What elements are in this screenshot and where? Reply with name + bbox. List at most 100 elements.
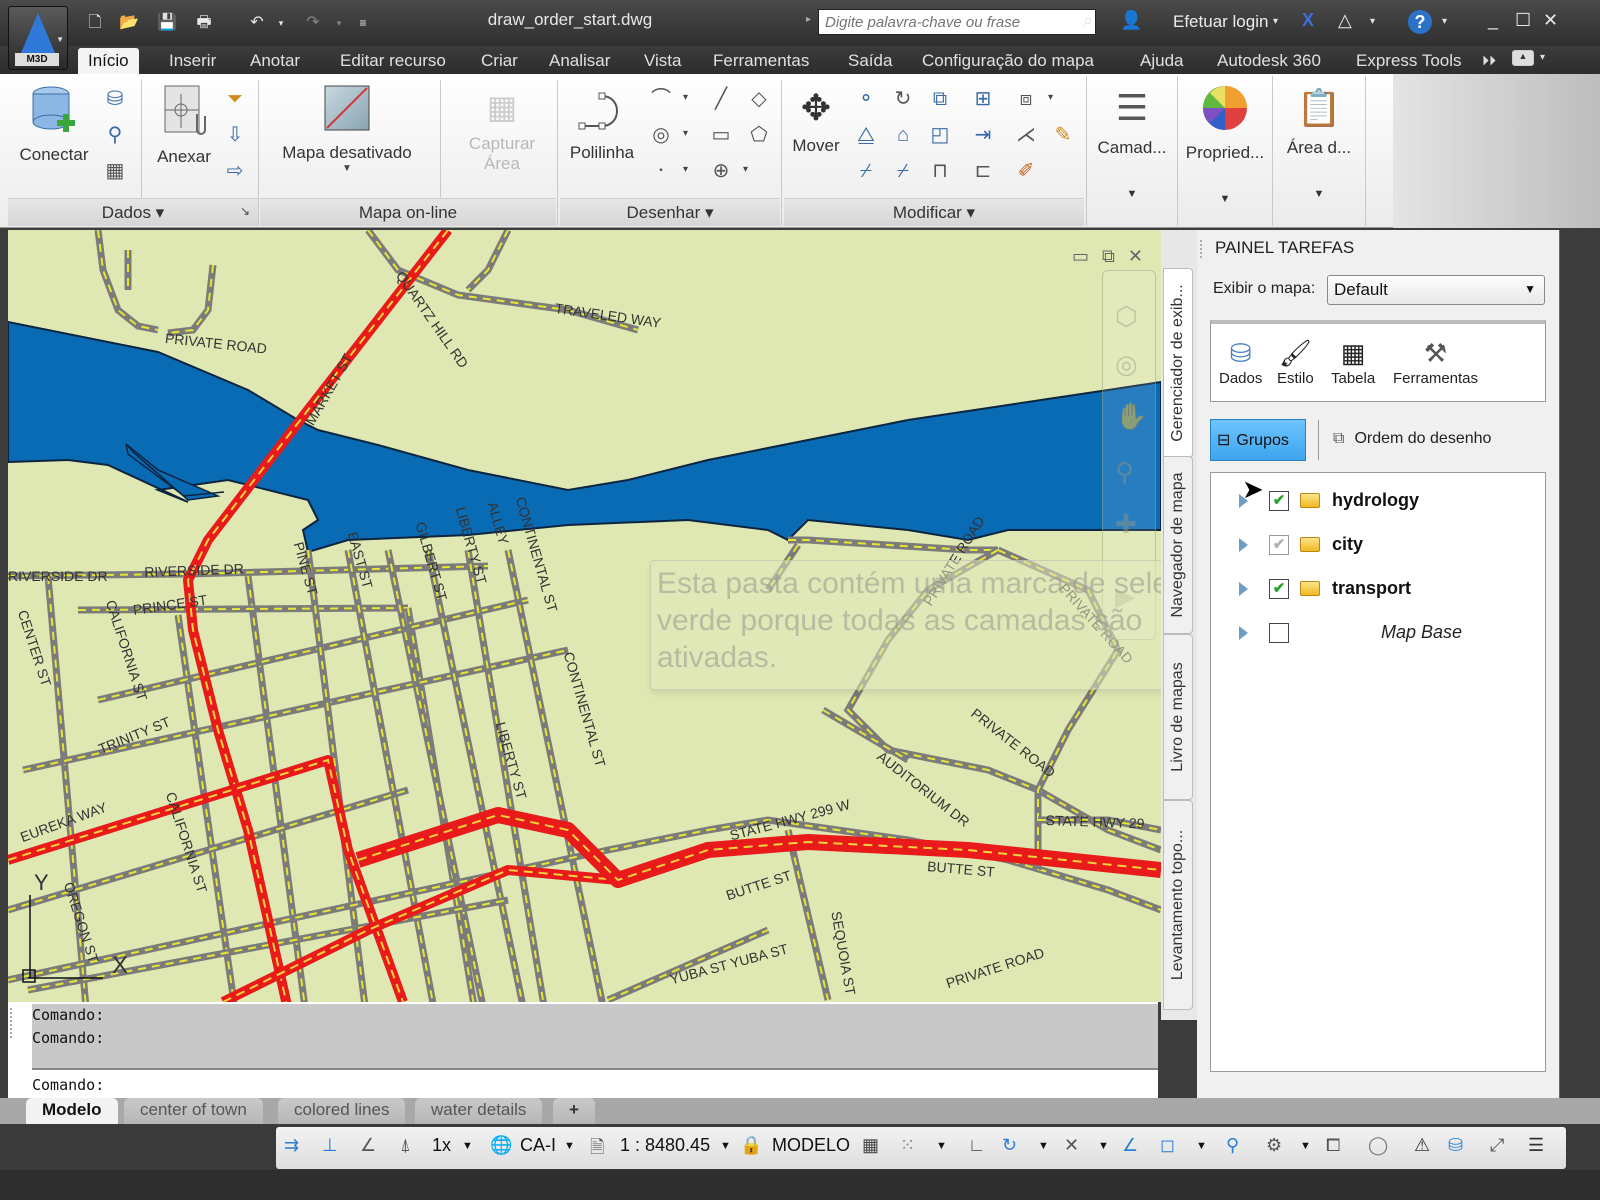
undo-icon[interactable]: ↶ [246,12,268,34]
model-space-toggle[interactable]: MODELO [772,1135,850,1156]
chevron-down-icon[interactable]: ▼ [1098,1140,1109,1152]
polygon-icon[interactable]: ⬠ [746,122,772,148]
scale-icon[interactable]: ◰ [927,122,953,148]
viewport-minimize-icon[interactable]: ▭ [1072,246,1089,266]
lengthen-icon[interactable]: ⊏ [970,158,996,184]
workspace-gear-icon[interactable]: ⚙ [1266,1135,1282,1156]
ribbon-options-dropdown-icon[interactable]: ▾ [1540,52,1545,63]
annotation-visibility-icon[interactable]: ⚲ [1226,1135,1239,1156]
ortho-icon[interactable]: ⊥ [322,1135,338,1156]
point-dropdown-icon[interactable]: ▾ [683,164,688,175]
filter-edit-icon[interactable]: ⏷ [222,86,248,112]
draworder-icon[interactable]: ⧈ [1013,86,1039,112]
chevron-down-icon[interactable]: ▼ [1300,1140,1311,1152]
fillet-icon[interactable]: ⌂ [890,122,916,148]
save-icon[interactable]: 💾 [156,12,178,34]
isolate-objects-icon[interactable]: ⧠ [1326,1135,1340,1156]
ortho-mode-icon[interactable]: ∟ [968,1135,986,1156]
edit-vertex-icon[interactable]: ⋌ [1013,122,1039,148]
ferramentas-tool-button[interactable]: ⚒ Ferramentas [1393,336,1478,387]
close-window-icon[interactable]: ✕ [1543,10,1558,31]
import-icon[interactable]: ⇩ [222,122,248,148]
mover-button[interactable]: ✥ Mover [786,84,846,156]
new-file-icon[interactable]: 🗋 [84,12,106,34]
viewport-restore-icon[interactable]: ⧉ [1102,246,1115,266]
redo-dropdown-icon[interactable]: ▾ [328,12,350,34]
dados-tool-button[interactable]: ⛁ Dados [1219,336,1262,387]
showmotion-icon[interactable]: ✚ [1115,509,1137,540]
rotate-icon[interactable]: ↻ [890,86,916,112]
grupos-button[interactable]: ⊟ Grupos [1210,419,1306,461]
area-transferencia-panel-button[interactable]: 📋 Área d... ▼ [1276,82,1362,224]
application-menu-button[interactable]: ▼ M3D [8,6,68,70]
print-icon[interactable]: 🖶 [193,12,215,34]
customize-menu-icon[interactable]: ☰ [1528,1135,1544,1156]
layout-tab-modelo[interactable]: Modelo [26,1098,118,1124]
data-table-icon[interactable]: ▦ [102,158,128,184]
dialog-launcher-icon[interactable]: ↘ [240,204,250,218]
isodraft-icon[interactable]: ✕ [1064,1135,1079,1156]
chevron-down-icon[interactable]: ▼ [564,1140,575,1152]
arc-icon[interactable]: ⌒ [648,86,674,112]
drawing-scale-value[interactable]: 1 : 8480.45 [620,1135,710,1156]
polilinha-button[interactable]: Polilinha [562,84,642,163]
autodesk-a360-icon[interactable]: △ [1338,10,1352,31]
tab-vista[interactable]: Vista [634,48,692,74]
warning-icon[interactable]: ⚠ [1414,1135,1430,1156]
tab-anotar[interactable]: Anotar [240,48,310,74]
coordinate-system-value[interactable]: CA-I [520,1135,556,1156]
tab-express-tools[interactable]: Express Tools [1346,48,1472,74]
point-icon[interactable]: ▪ [648,158,674,184]
orbit-icon[interactable]: ◎ [1115,349,1138,380]
mapa-desativado-button[interactable]: Mapa desativado ▼ [272,84,422,174]
tab-configuracao-do-mapa[interactable]: Configuração do mapa [912,48,1104,74]
draworder-dropdown-icon[interactable]: ▾ [1048,92,1053,103]
command-input[interactable]: Comando: [32,1076,104,1094]
customize-quick-access-icon[interactable]: ≡ [352,12,374,34]
polar-tracking-icon[interactable]: ↻ [1002,1135,1017,1156]
camadas-panel-button[interactable]: ☰ Camad... ▼ [1090,82,1174,224]
binoculars-search-icon[interactable]: ⌕ [1083,10,1093,31]
tab-analisar[interactable]: Analisar [539,48,620,74]
redo-icon[interactable]: ↷ [302,12,324,34]
annotation-scale-value[interactable]: 1x [432,1135,451,1156]
sign-in-button[interactable]: Efetuar login [1173,12,1268,32]
chevron-down-icon[interactable]: ▼ [936,1140,947,1152]
ordem-do-desenho-button[interactable]: ⧉ Ordem do desenho [1333,430,1491,448]
dynamic-ucs-icon[interactable]: ⇉ [284,1135,299,1156]
map-view-select[interactable]: Default ▼ [1327,275,1545,305]
layout-tab-colored-lines[interactable]: colored lines [278,1098,406,1124]
lock-icon[interactable]: 🔒 [740,1135,762,1156]
tab-gerenciador-de-exibicao[interactable]: Gerenciador de exib... [1163,268,1193,458]
tab-navegador-de-mapa[interactable]: Navegador de mapa [1163,456,1193,634]
polygon-diamond-icon[interactable]: ◇ [746,86,772,112]
snap-icon[interactable]: ⁙ [900,1135,915,1156]
task-pane-grip[interactable] [1200,240,1205,258]
sign-in-dropdown-icon[interactable]: ▾ [1273,16,1278,27]
copy-icon[interactable]: ⚬ [853,86,879,112]
layout-tab-water-details[interactable]: water details [415,1098,543,1124]
join-icon[interactable]: ⇥ [970,122,996,148]
a360-dropdown-icon[interactable]: ▾ [1370,16,1375,27]
tab-editar-recurso[interactable]: Editar recurso [330,48,456,74]
layer-visibility-checkbox[interactable]: ✔ [1269,579,1289,599]
tab-autodesk-360[interactable]: Autodesk 360 [1207,48,1331,74]
steering-wheel-icon[interactable]: ⬡ [1115,301,1138,332]
tab-saida[interactable]: Saída [838,48,902,74]
circle-icon[interactable]: ◎ [648,122,674,148]
minimize-ribbon-icon[interactable]: ▲ [1512,50,1534,66]
dados-panel-title[interactable]: Dados ▾ [8,198,258,226]
propriedades-panel-button[interactable]: Propried... ▼ [1181,82,1269,224]
conectar-button[interactable]: Conectar [14,84,94,165]
tab-ajuda[interactable]: Ajuda [1130,48,1193,74]
layer-visibility-checkbox[interactable]: ✔ [1269,535,1289,555]
minimize-window-icon[interactable]: _ [1488,10,1498,31]
stretch-icon[interactable]: ⊓ [927,158,953,184]
find-replace-icon[interactable]: ⚲ [102,122,128,148]
tab-inicio[interactable]: Início [78,48,139,74]
circle-dropdown-icon[interactable]: ▾ [683,128,688,139]
arc-dropdown-icon[interactable]: ▾ [683,92,688,103]
layer-visibility-checkbox[interactable]: ✔ [1269,491,1289,511]
chevron-down-icon[interactable]: ▼ [1038,1140,1049,1152]
annotation-scale-icon[interactable]: ⍋ [400,1135,411,1156]
